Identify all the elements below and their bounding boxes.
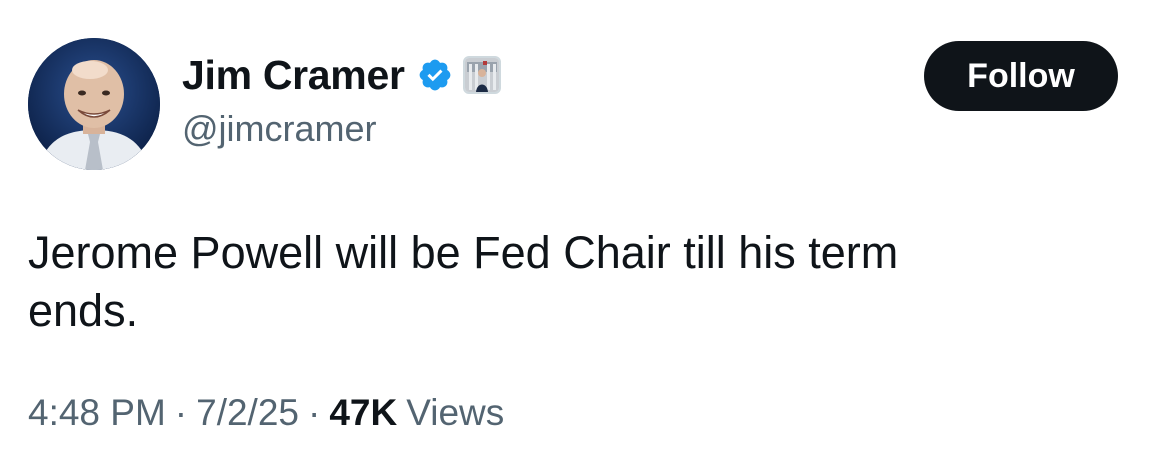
meta-separator: · [174,392,188,433]
tweet-date[interactable]: 7/2/25 [196,392,299,434]
avatar[interactable] [28,38,160,170]
author-name-row: Jim Cramer [182,50,501,100]
views-label[interactable]: Views [406,392,504,434]
tweet-time[interactable]: 4:48 PM [28,392,166,434]
display-name[interactable]: Jim Cramer [182,52,405,99]
views-count[interactable]: 47K [329,392,397,434]
follow-button[interactable]: Follow [924,41,1118,111]
tweet-text: Jerome Powell will be Fed Chair till his… [28,227,899,336]
author-handle[interactable]: @jimcramer [182,108,377,150]
meta-separator: · [308,392,321,433]
tweet-meta: 4:48 PM · 7/2/25 · 47K Views [28,392,504,434]
verified-badge-icon[interactable] [417,57,453,93]
tweet-card: Jim Cramer @jimcramer Follow Jerome Powe… [0,0,1170,466]
affiliate-badge-icon[interactable] [462,56,501,94]
